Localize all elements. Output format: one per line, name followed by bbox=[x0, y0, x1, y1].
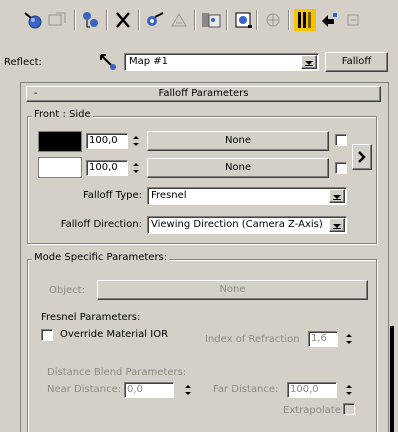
fresnel-parameters-heading: Fresnel Parameters: bbox=[41, 312, 141, 323]
toolbar-separator bbox=[74, 10, 76, 30]
side-map-button[interactable]: None bbox=[147, 158, 329, 178]
toolbar-separator bbox=[288, 10, 290, 30]
put-to-scene-icon[interactable] bbox=[46, 9, 68, 31]
chevron-down-icon[interactable] bbox=[329, 218, 345, 232]
toolbar-separator bbox=[256, 10, 258, 30]
pick-from-object-icon[interactable] bbox=[97, 51, 121, 73]
front-side-legend: Front : Side bbox=[32, 109, 93, 120]
falloff-direction-label: Falloff Direction: bbox=[60, 219, 142, 230]
delete-icon[interactable] bbox=[112, 9, 134, 31]
toolbar-separator bbox=[106, 10, 108, 30]
far-distance-field[interactable]: 100,0 bbox=[287, 382, 337, 398]
show-end-result-icon[interactable] bbox=[262, 9, 284, 31]
falloff-type-label: Falloff Type: bbox=[82, 190, 142, 201]
object-label: Object: bbox=[49, 285, 85, 296]
override-ior-label: Override Material IOR bbox=[60, 329, 169, 340]
override-ior-checkbox[interactable] bbox=[41, 329, 53, 341]
swap-colors-button[interactable] bbox=[352, 144, 372, 170]
rollout-header[interactable]: - Falloff Parameters bbox=[26, 86, 381, 102]
extrapolate-label: Extrapolate bbox=[283, 405, 341, 416]
toolbar-separator bbox=[194, 10, 196, 30]
swap-icon bbox=[358, 151, 366, 163]
map-name-combobox[interactable]: Map #1 bbox=[124, 53, 319, 71]
front-amount-spinner[interactable] bbox=[131, 133, 141, 149]
go-to-parent-icon[interactable] bbox=[318, 9, 340, 31]
show-end-result-toggle-icon[interactable] bbox=[294, 9, 316, 31]
side-amount-field[interactable]: 100,0 bbox=[86, 160, 128, 176]
far-distance-label: Far Distance: bbox=[213, 384, 279, 395]
reflect-label: Reflect: bbox=[4, 57, 42, 68]
put-to-library-icon[interactable] bbox=[168, 9, 190, 31]
front-amount-field[interactable]: 100,0 bbox=[86, 133, 128, 149]
pick-material-icon[interactable] bbox=[22, 9, 44, 31]
material-editor-toolbar bbox=[0, 0, 398, 50]
assign-material-icon[interactable] bbox=[80, 9, 102, 31]
far-distance-spinner[interactable] bbox=[344, 382, 354, 398]
map-type-button[interactable]: Falloff bbox=[325, 52, 388, 72]
make-unique-icon[interactable] bbox=[144, 9, 166, 31]
go-forward-icon[interactable] bbox=[342, 9, 364, 31]
near-distance-label: Near Distance: bbox=[47, 384, 122, 395]
map-name-value: Map #1 bbox=[129, 56, 169, 67]
side-color-swatch[interactable] bbox=[38, 157, 82, 178]
chevron-down-icon[interactable] bbox=[301, 55, 317, 69]
ior-field[interactable]: 1,6 bbox=[308, 331, 338, 347]
toolbar-separator bbox=[226, 10, 228, 30]
chevron-down-icon[interactable] bbox=[329, 189, 345, 203]
panel-scrollbar-thumb[interactable] bbox=[390, 326, 394, 432]
show-map-icon[interactable] bbox=[232, 9, 254, 31]
front-color-swatch[interactable] bbox=[38, 131, 82, 152]
front-map-button[interactable]: None bbox=[147, 131, 329, 151]
material-effects-channel-icon[interactable] bbox=[200, 9, 222, 31]
mode-specific-legend: Mode Specific Parameters: bbox=[32, 252, 170, 263]
falloff-type-dropdown[interactable]: Fresnel bbox=[147, 187, 347, 205]
ior-spinner[interactable] bbox=[344, 331, 354, 347]
falloff-direction-value: Viewing Direction (Camera Z-Axis) bbox=[151, 219, 323, 230]
front-map-toggle-checkbox[interactable] bbox=[335, 134, 347, 146]
rollout-title: Falloff Parameters bbox=[158, 88, 249, 99]
falloff-direction-dropdown[interactable]: Viewing Direction (Camera Z-Axis) bbox=[147, 216, 347, 234]
side-map-toggle-checkbox[interactable] bbox=[335, 162, 347, 174]
toolbar-separator bbox=[138, 10, 140, 30]
falloff-type-value: Fresnel bbox=[151, 190, 187, 201]
near-distance-field[interactable]: 0,0 bbox=[124, 382, 174, 398]
extrapolate-checkbox[interactable] bbox=[343, 403, 355, 415]
side-amount-spinner[interactable] bbox=[131, 160, 141, 176]
ior-label: Index of Refraction bbox=[205, 334, 300, 345]
distance-blend-heading: Distance Blend Parameters: bbox=[47, 367, 187, 378]
object-pick-button[interactable]: None bbox=[97, 280, 368, 300]
near-distance-spinner[interactable] bbox=[183, 382, 193, 398]
